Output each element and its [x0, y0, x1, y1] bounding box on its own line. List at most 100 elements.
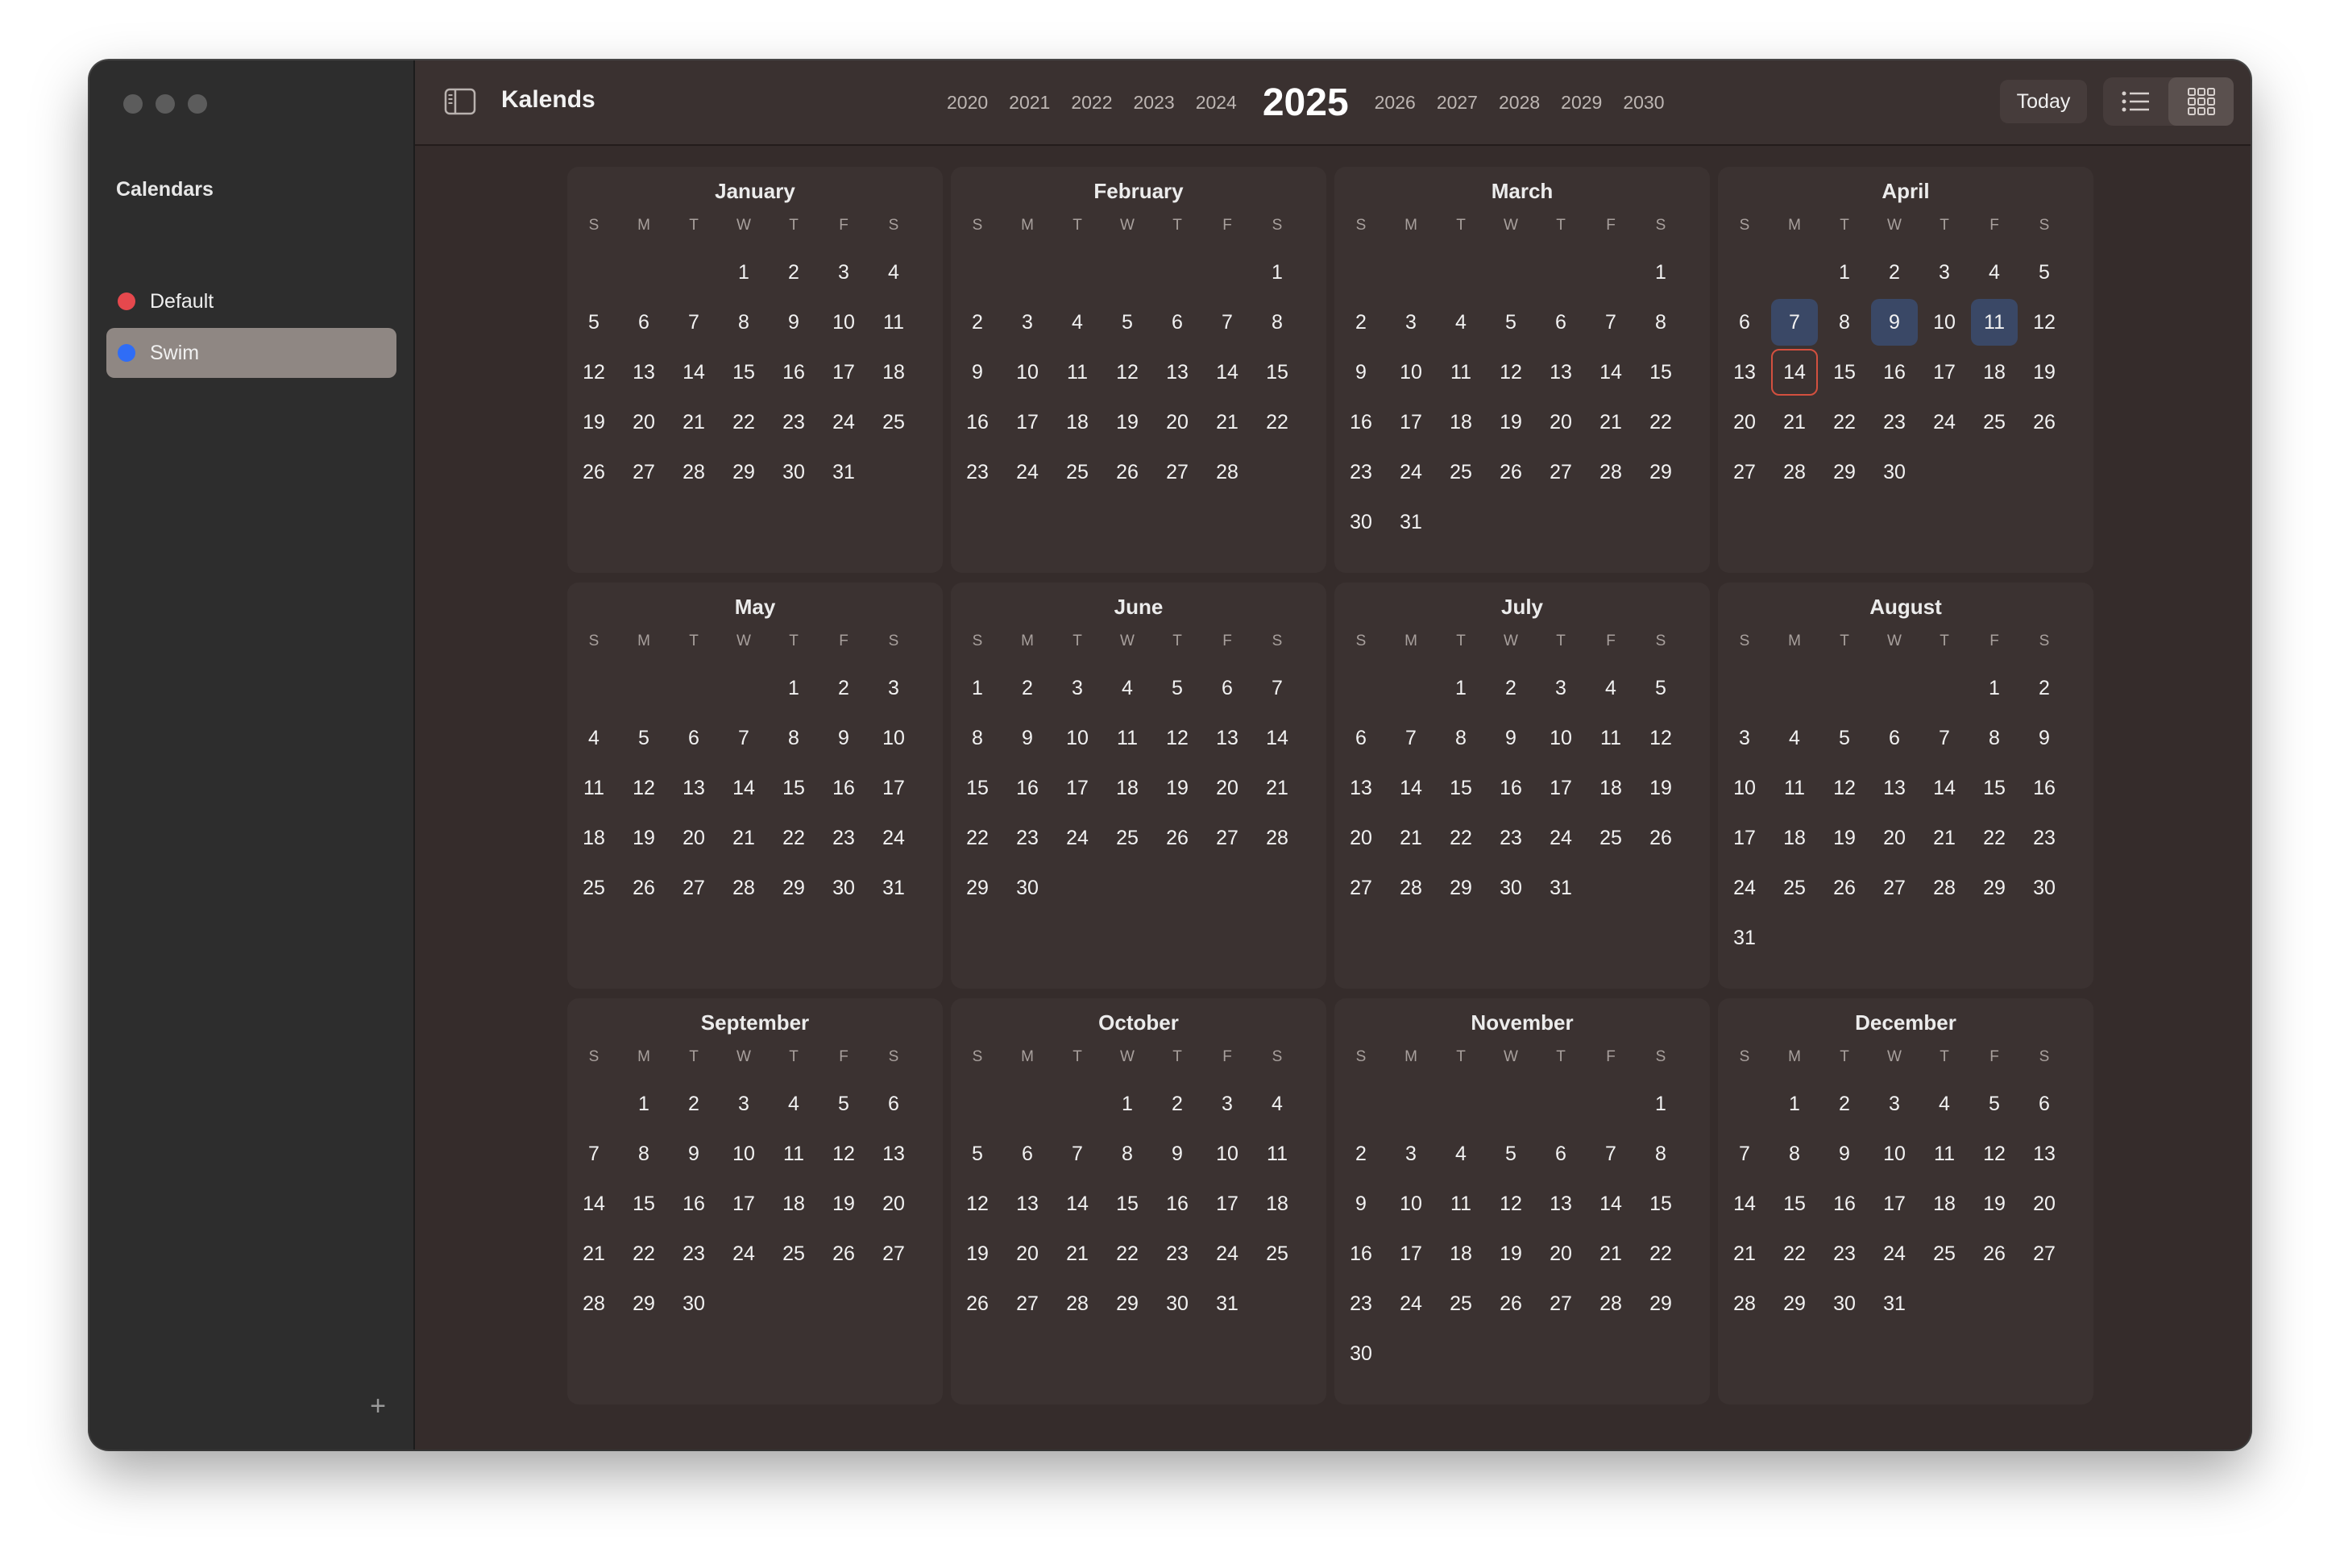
month-title[interactable]: June [951, 595, 1326, 620]
day-cell[interactable]: 25 [570, 865, 617, 911]
day-cell[interactable]: 17 [820, 349, 867, 396]
day-cell[interactable]: 18 [1438, 1230, 1484, 1277]
day-cell[interactable]: 5 [1104, 299, 1151, 346]
day-cell[interactable]: 20 [620, 399, 667, 446]
day-cell[interactable]: 9 [670, 1130, 717, 1177]
day-cell[interactable]: 17 [870, 765, 917, 811]
day-cell[interactable]: 7 [1388, 715, 1434, 761]
day-cell[interactable]: 4 [1438, 1130, 1484, 1177]
day-cell[interactable]: 24 [1921, 399, 1968, 446]
day-cell[interactable]: 19 [570, 399, 617, 446]
day-cell[interactable]: 29 [770, 865, 817, 911]
zoom-window-button[interactable] [188, 94, 207, 114]
day-cell[interactable]: 3 [720, 1081, 767, 1127]
day-cell[interactable]: 12 [1154, 715, 1201, 761]
day-cell[interactable]: 14 [1254, 715, 1301, 761]
day-cell[interactable]: 19 [954, 1230, 1001, 1277]
day-cell[interactable]: 24 [820, 399, 867, 446]
day-cell[interactable]: 6 [1537, 1130, 1584, 1177]
day-cell[interactable]: 23 [1338, 1280, 1384, 1327]
day-cell[interactable]: 4 [770, 1081, 817, 1127]
day-cell[interactable]: 22 [1637, 399, 1684, 446]
day-cell[interactable]: 11 [1587, 715, 1634, 761]
day-cell[interactable]: 5 [570, 299, 617, 346]
day-cell[interactable]: 11 [1104, 715, 1151, 761]
day-cell[interactable]: 6 [1537, 299, 1584, 346]
day-cell[interactable]: 22 [770, 815, 817, 861]
day-cell[interactable]: 21 [720, 815, 767, 861]
day-cell[interactable]: 12 [1487, 1180, 1534, 1227]
day-cell[interactable]: 25 [1971, 399, 2018, 446]
day-cell[interactable]: 29 [1637, 1280, 1684, 1327]
day-cell[interactable]: 23 [670, 1230, 717, 1277]
day-cell[interactable]: 29 [1971, 865, 2018, 911]
day-cell-event[interactable]: 9 [1871, 299, 1918, 346]
day-cell[interactable]: 9 [1338, 1180, 1384, 1227]
day-cell[interactable]: 31 [1204, 1280, 1251, 1327]
day-cell[interactable]: 1 [770, 665, 817, 711]
day-cell[interactable]: 27 [1004, 1280, 1051, 1327]
day-cell[interactable]: 24 [1721, 865, 1768, 911]
day-cell[interactable]: 19 [1487, 1230, 1534, 1277]
day-cell[interactable]: 3 [1871, 1081, 1918, 1127]
day-cell[interactable]: 4 [1771, 715, 1818, 761]
day-cell[interactable]: 14 [670, 349, 717, 396]
day-cell[interactable]: 24 [1388, 449, 1434, 496]
day-cell[interactable]: 29 [1821, 449, 1868, 496]
day-cell[interactable]: 17 [1921, 349, 1968, 396]
day-cell[interactable]: 14 [1054, 1180, 1101, 1227]
year-2024[interactable]: 2024 [1196, 92, 1237, 114]
day-cell[interactable]: 14 [1388, 765, 1434, 811]
day-cell[interactable]: 27 [1154, 449, 1201, 496]
day-cell[interactable]: 18 [1438, 399, 1484, 446]
day-cell[interactable]: 22 [720, 399, 767, 446]
day-cell[interactable]: 2 [1338, 1130, 1384, 1177]
day-cell[interactable]: 11 [1254, 1130, 1301, 1177]
day-cell[interactable]: 21 [1388, 815, 1434, 861]
day-cell[interactable]: 17 [1721, 815, 1768, 861]
day-cell[interactable]: 27 [1721, 449, 1768, 496]
day-cell[interactable]: 15 [1438, 765, 1484, 811]
close-window-button[interactable] [123, 94, 143, 114]
day-cell[interactable]: 22 [1971, 815, 2018, 861]
day-cell[interactable]: 28 [1721, 1280, 1768, 1327]
day-cell[interactable]: 1 [954, 665, 1001, 711]
day-cell[interactable]: 4 [1587, 665, 1634, 711]
day-cell[interactable]: 16 [770, 349, 817, 396]
day-cell[interactable]: 17 [1204, 1180, 1251, 1227]
day-cell[interactable]: 3 [820, 249, 867, 296]
day-cell[interactable]: 30 [1871, 449, 1918, 496]
day-cell[interactable]: 15 [1637, 1180, 1684, 1227]
month-title[interactable]: May [567, 595, 943, 620]
day-cell[interactable]: 11 [870, 299, 917, 346]
day-cell[interactable]: 1 [1438, 665, 1484, 711]
sidebar-toggle-button[interactable] [444, 88, 476, 115]
day-cell[interactable]: 2 [1487, 665, 1534, 711]
day-cell[interactable]: 12 [2021, 299, 2068, 346]
day-cell[interactable]: 3 [1388, 299, 1434, 346]
day-cell[interactable]: 10 [1388, 1180, 1434, 1227]
day-cell[interactable]: 10 [820, 299, 867, 346]
day-cell[interactable]: 16 [1338, 1230, 1384, 1277]
day-cell[interactable]: 8 [770, 715, 817, 761]
minimize-window-button[interactable] [156, 94, 175, 114]
day-cell[interactable]: 11 [770, 1130, 817, 1177]
day-cell[interactable]: 24 [870, 815, 917, 861]
day-cell[interactable]: 8 [1637, 299, 1684, 346]
day-cell[interactable]: 12 [1104, 349, 1151, 396]
day-cell[interactable]: 18 [570, 815, 617, 861]
day-cell[interactable]: 23 [1871, 399, 1918, 446]
day-cell[interactable]: 1 [1821, 249, 1868, 296]
day-cell[interactable]: 18 [1254, 1180, 1301, 1227]
day-cell[interactable]: 30 [1487, 865, 1534, 911]
day-cell[interactable]: 27 [670, 865, 717, 911]
day-cell[interactable]: 14 [1721, 1180, 1768, 1227]
day-cell[interactable]: 27 [620, 449, 667, 496]
day-cell[interactable]: 4 [1104, 665, 1151, 711]
day-cell[interactable]: 15 [1971, 765, 2018, 811]
day-cell[interactable]: 5 [1821, 715, 1868, 761]
day-cell[interactable]: 17 [720, 1180, 767, 1227]
day-cell[interactable]: 28 [1587, 1280, 1634, 1327]
day-cell[interactable]: 2 [670, 1081, 717, 1127]
day-cell[interactable]: 14 [570, 1180, 617, 1227]
